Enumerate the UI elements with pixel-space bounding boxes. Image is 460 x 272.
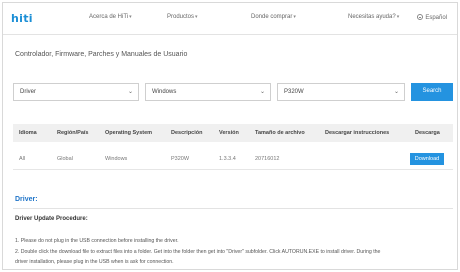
page-frame: hiti Acerca de HiTi▾ Productos▾ Donde co… [2,2,458,270]
nav-label: Necesitas ayuda? [348,14,396,20]
language-selector[interactable]: Español [417,14,447,21]
page-title: Controlador, Firmware, Parches y Manuale… [15,51,188,58]
os-select-value: Windows [152,89,177,95]
procedure-step: 1. Please do not plug in the USB connect… [15,238,179,244]
nav-item-productos[interactable]: Productos▾ [167,14,198,20]
cell-version: 1.3.3.4 [219,156,236,162]
type-select[interactable]: Driver ⌄ [13,83,139,101]
column-header-descripcion: Descripción [171,130,203,136]
chevron-down-icon: ▾ [195,14,198,20]
cell-idioma: All [19,156,26,162]
column-header-tamano: Tamaño de archivo [255,130,305,136]
search-button[interactable]: Search [411,83,453,101]
chevron-down-icon: ▾ [396,14,400,20]
logo-text: hiti [11,12,33,25]
nav-label: Productos [167,14,195,20]
nav-item-donde-comprar[interactable]: Donde comprar▾ [251,14,296,20]
column-header-idioma: Idioma [19,130,37,136]
type-select-value: Driver [20,89,36,95]
section-divider [13,208,453,209]
globe-icon [417,14,424,20]
nav-item-ayuda[interactable]: Necesitas ayuda?▾ [348,14,399,20]
nav-label: Donde comprar [251,14,293,20]
chevron-down-icon: ▾ [293,14,296,20]
column-header-os: Operating System [105,130,153,136]
cell-descripcion: P320W [171,156,190,162]
chevron-down-icon: ⌄ [393,89,399,95]
column-header-version: Versión [219,130,239,136]
language-label: Español [425,15,447,21]
chevron-down-icon: ⌄ [259,89,265,95]
cell-region: Global [57,156,73,162]
download-button[interactable]: Download [410,153,444,165]
row-divider [13,169,453,170]
column-header-descarga: Descarga [415,130,440,136]
os-select[interactable]: Windows ⌄ [145,83,271,101]
column-header-region: Región/País [57,130,89,136]
table-header-row: Idioma Región/País Operating System Desc… [13,124,453,142]
column-header-instrucciones: Descargar instrucciones [325,130,390,136]
site-header: hiti Acerca de HiTi▾ Productos▾ Donde co… [3,3,457,35]
model-select[interactable]: P320W ⌄ [277,83,405,101]
chevron-down-icon: ▾ [129,14,132,20]
procedure-title: Driver Update Procedure: [15,216,88,222]
hiti-logo[interactable]: hiti [11,12,33,25]
chevron-down-icon: ⌄ [127,89,133,95]
procedure-step: driver installation, please plug in the … [15,259,174,265]
cell-tamano: 20716012 [255,156,280,162]
nav-label: Acerca de HiTi [89,14,129,20]
model-select-value: P320W [284,89,304,95]
cell-os: Windows [105,156,128,162]
procedure-step: 2. Double click the download file to ext… [15,249,381,255]
driver-section-title: Driver: [15,196,38,203]
nav-item-acerca[interactable]: Acerca de HiTi▾ [89,14,132,20]
